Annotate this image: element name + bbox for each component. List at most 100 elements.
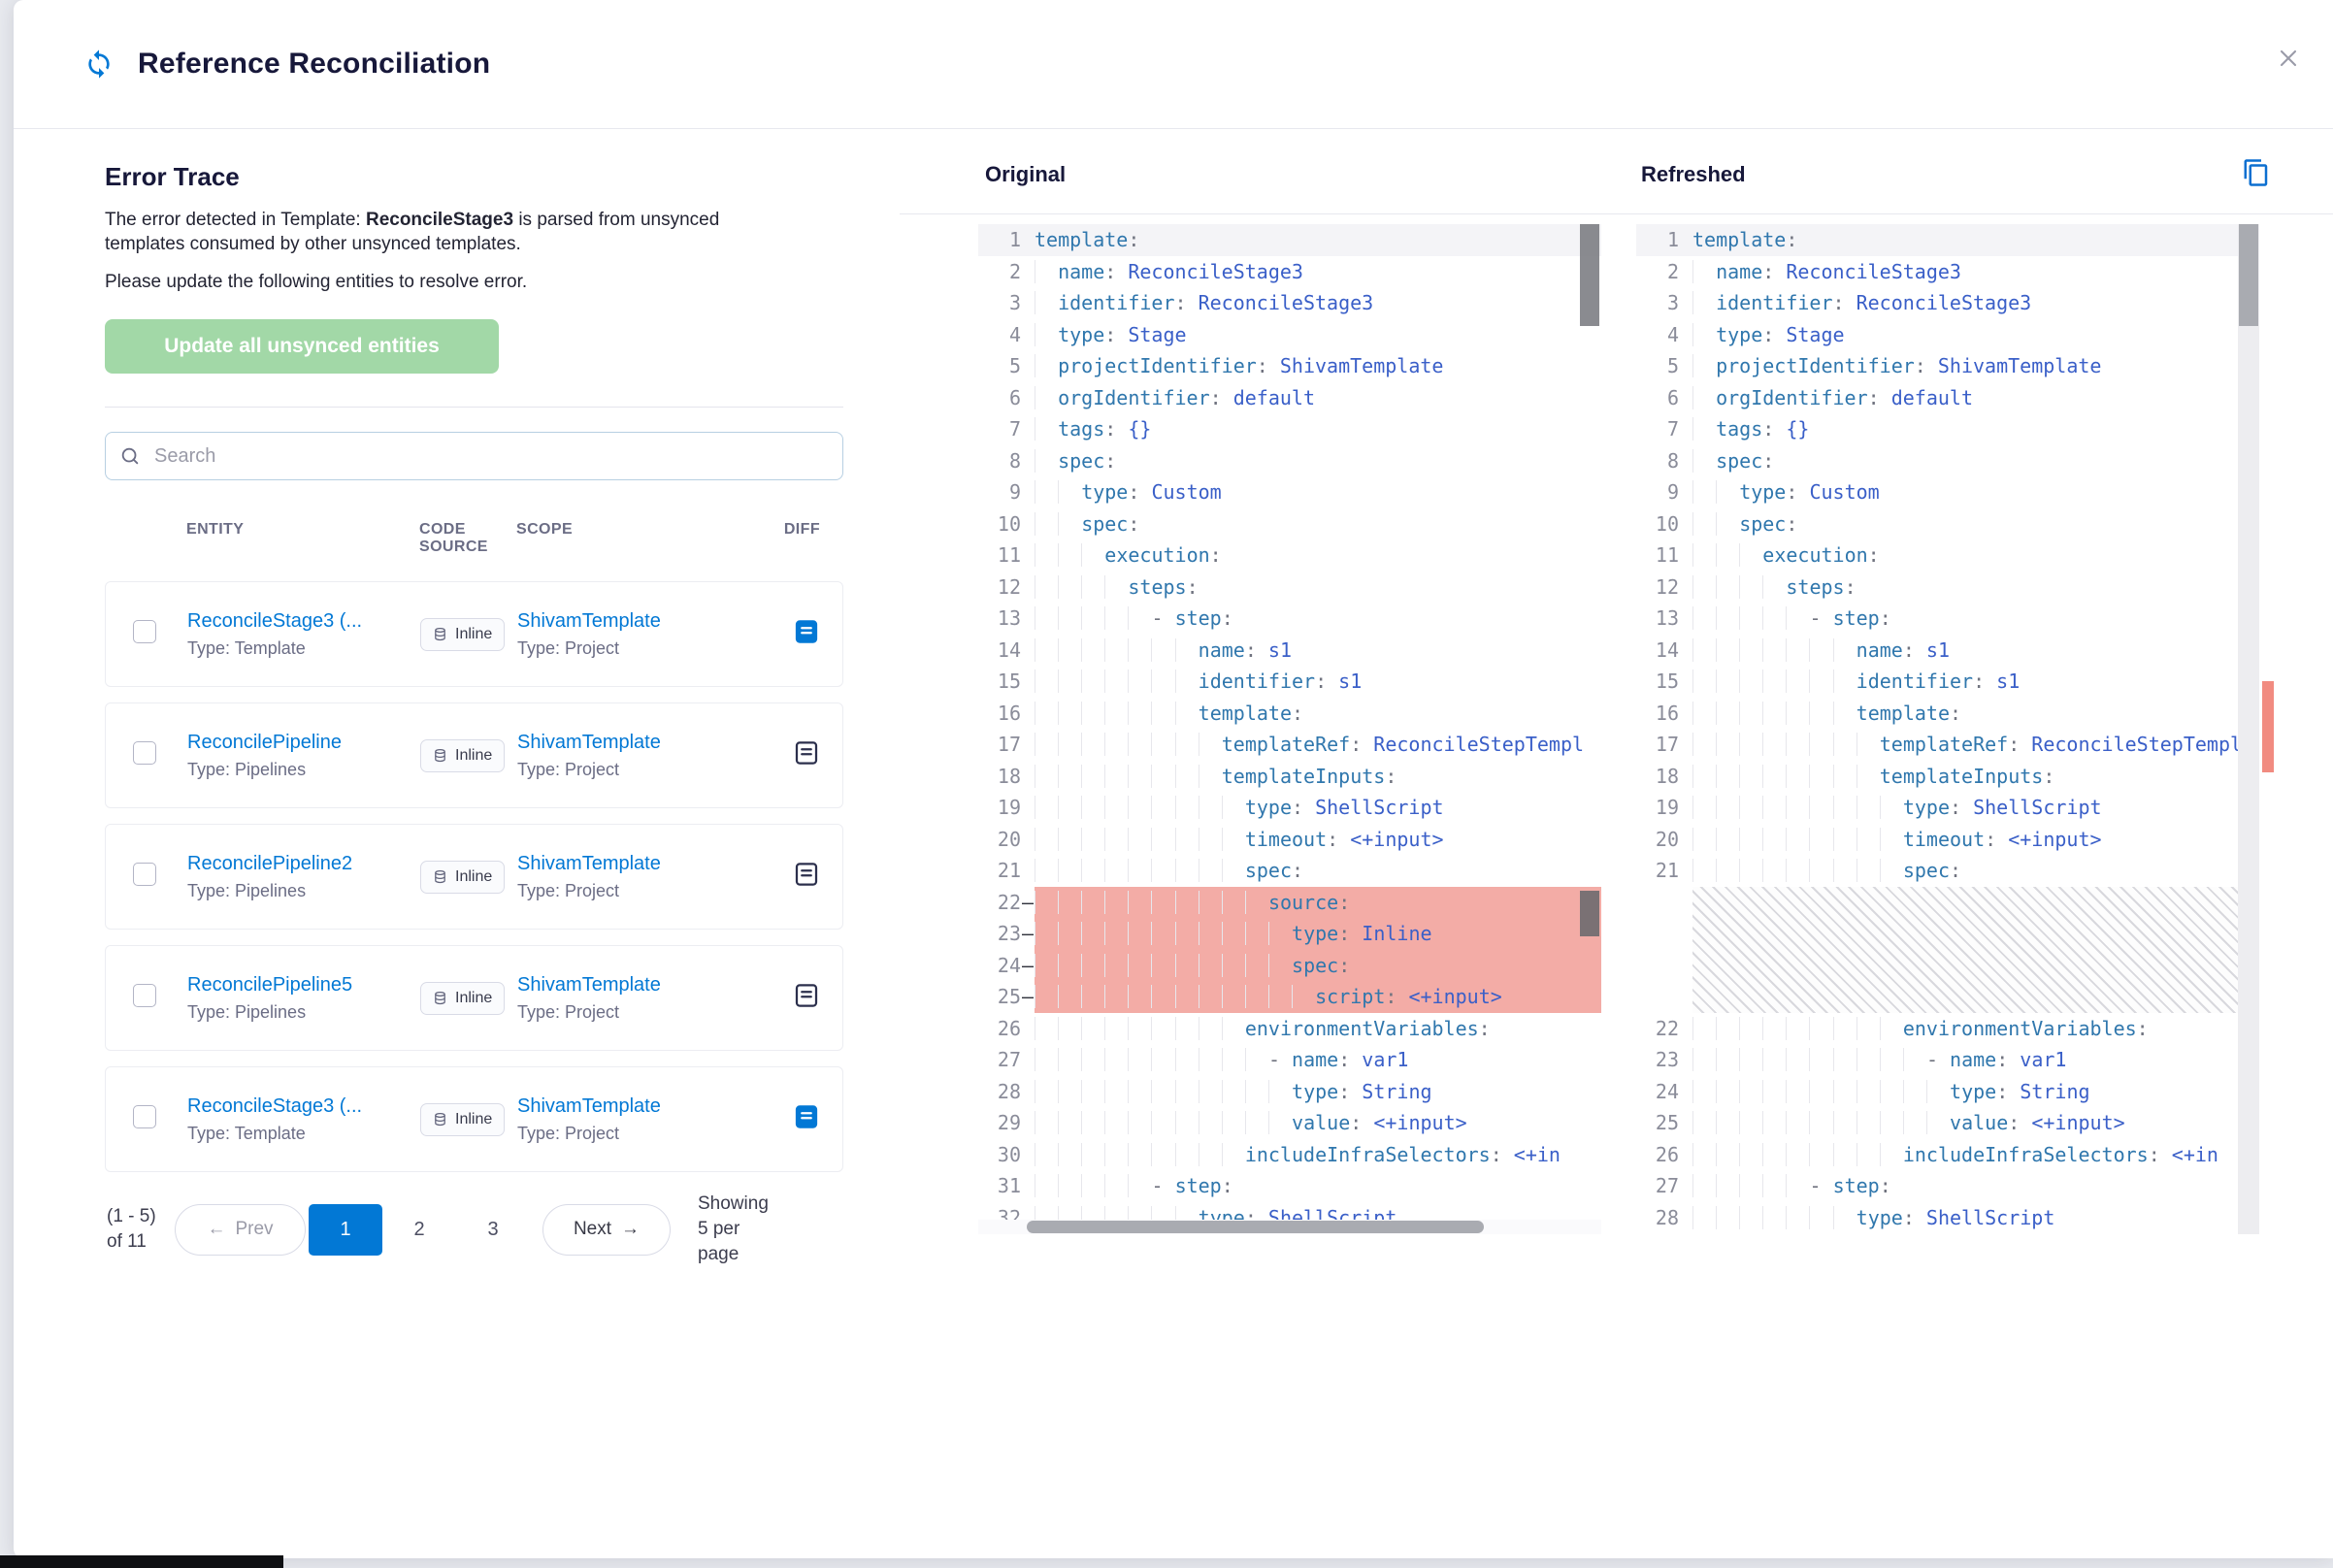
code-line: 8 spec:	[1636, 445, 2259, 477]
code-line: 9 type: Custom	[978, 476, 1601, 508]
refreshed-overview-ruler-deletion-marker	[2262, 681, 2274, 772]
code-line: 26 includeInfraSelectors: <+in	[1636, 1139, 2259, 1171]
code-line: 6 orgIdentifier: default	[1636, 382, 2259, 414]
page-button-2[interactable]: 2	[382, 1204, 456, 1256]
entity-link[interactable]: ReconcilePipeline	[187, 732, 420, 754]
update-all-unsynced-entities-button[interactable]: Update all unsynced entities	[105, 319, 499, 374]
diff-icon[interactable]	[792, 738, 821, 768]
code-line: 17 templateRef: ReconcileStepTempl	[1636, 729, 2259, 761]
entity-type: Type: Pipelines	[187, 881, 420, 901]
code-line: 20 timeout: <+input>	[1636, 824, 2259, 856]
code-line: 16 template:	[1636, 698, 2259, 730]
table-row: ReconcileStage3 (... Type: Template Inli…	[105, 1066, 843, 1172]
scope-link[interactable]: ShivamTemplate	[517, 974, 767, 996]
scope-type: Type: Project	[517, 638, 767, 659]
row-checkbox[interactable]	[133, 984, 156, 1007]
table-row: ReconcilePipeline2 Type: Pipelines Inlin…	[105, 824, 843, 930]
code-line: 12 steps:	[1636, 572, 2259, 604]
code-line: 18 templateInputs:	[1636, 761, 2259, 793]
entity-link[interactable]: ReconcilePipeline2	[187, 853, 420, 875]
code-line: 14 name: s1	[978, 635, 1601, 667]
header-entity: ENTITY	[186, 521, 419, 539]
code-line: 13 - step:	[1636, 603, 2259, 635]
code-line-deleted: 22— source:	[978, 887, 1601, 919]
copy-button[interactable]	[2242, 158, 2271, 187]
row-checkbox[interactable]	[133, 1105, 156, 1128]
code-source-chip: Inline	[420, 739, 505, 772]
code-line: 2 name: ReconcileStage3	[978, 256, 1601, 288]
code-line: 7 tags: {}	[1636, 413, 2259, 445]
scope-link[interactable]: ShivamTemplate	[517, 1095, 767, 1118]
code-line: 30 includeInfraSelectors: <+in	[978, 1139, 1601, 1171]
code-source-label: Inline	[455, 990, 492, 1007]
code-line: 5 projectIdentifier: ShivamTemplate	[1636, 350, 2259, 382]
code-line: 16 template:	[978, 698, 1601, 730]
refreshed-vertical-scrollbar-thumb[interactable]	[2239, 224, 2258, 326]
row-checkbox[interactable]	[133, 741, 156, 765]
original-code-editor[interactable]: 1template:2 name: ReconcileStage33 ident…	[978, 224, 1601, 1234]
refreshed-vertical-scrollbar-track[interactable]	[2238, 224, 2259, 1234]
original-horizontal-scrollbar-track[interactable]	[978, 1220, 1601, 1234]
row-checkbox[interactable]	[133, 620, 156, 643]
diff-icon[interactable]	[792, 860, 821, 889]
database-icon	[433, 991, 447, 1005]
scope-type: Type: Project	[517, 760, 767, 780]
close-button[interactable]	[2271, 41, 2306, 76]
code-line: 14 name: s1	[1636, 635, 2259, 667]
code-line: 21 spec:	[978, 855, 1601, 887]
page-button-1[interactable]: 1	[309, 1204, 382, 1256]
code-line: 28 type: ShellScript	[1636, 1202, 2259, 1234]
error-trace-panel: Error Trace The error detected in Templa…	[105, 129, 843, 1267]
code-line: 20 timeout: <+input>	[978, 824, 1601, 856]
code-line: 12 steps:	[978, 572, 1601, 604]
search-input[interactable]	[152, 444, 829, 469]
header-code-source: CODE SOURCE	[419, 521, 516, 556]
code-line: 24 type: String	[1636, 1076, 2259, 1108]
arrow-right-icon: →	[621, 1219, 640, 1240]
error-description: The error detected in Template: Reconcil…	[105, 208, 784, 256]
entity-link[interactable]: ReconcilePipeline5	[187, 974, 420, 996]
code-line: 8 spec:	[978, 445, 1601, 477]
scope-type: Type: Project	[517, 1002, 767, 1023]
refreshed-code-editor[interactable]: 1template:2 name: ReconcileStage33 ident…	[1636, 224, 2259, 1234]
code-line-deleted: 24— spec:	[978, 950, 1601, 982]
scope-link[interactable]: ShivamTemplate	[517, 610, 767, 633]
entity-table-body: ReconcileStage3 (... Type: Template Inli…	[105, 581, 843, 1172]
entity-link[interactable]: ReconcileStage3 (...	[187, 610, 420, 633]
diff-icon[interactable]	[792, 617, 821, 646]
page-buttons: 123	[309, 1204, 530, 1256]
prev-page-button[interactable]: ←Prev	[175, 1204, 306, 1256]
original-vertical-scrollbar[interactable]	[1580, 224, 1599, 326]
code-line: 28 type: String	[978, 1076, 1601, 1108]
diff-icon[interactable]	[792, 981, 821, 1010]
original-horizontal-scrollbar-thumb[interactable]	[1027, 1221, 1484, 1233]
code-line: 17 templateRef: ReconcileStepTempl	[978, 729, 1601, 761]
page-button-3[interactable]: 3	[456, 1204, 530, 1256]
code-line: 31 - step:	[978, 1170, 1601, 1202]
scope-link[interactable]: ShivamTemplate	[517, 853, 767, 875]
scope-type: Type: Project	[517, 1124, 767, 1144]
code-line: 19 type: ShellScript	[1636, 792, 2259, 824]
original-panel-title: Original	[985, 162, 1066, 187]
page-title: Reference Reconciliation	[138, 48, 490, 81]
next-page-button[interactable]: Next→	[542, 1204, 671, 1256]
code-line: 10 spec:	[978, 508, 1601, 540]
entity-link[interactable]: ReconcileStage3 (...	[187, 1095, 420, 1118]
code-line: 3 identifier: ReconcileStage3	[978, 287, 1601, 319]
diff-section-header	[900, 129, 2333, 214]
search-box	[105, 432, 843, 480]
pagination-range: (1 - 5) of 11	[107, 1204, 169, 1255]
pagination-per-page: Showing 5 per page	[698, 1192, 781, 1267]
scope-link[interactable]: ShivamTemplate	[517, 732, 767, 754]
reference-reconciliation-modal: Reference Reconciliation Error Trace The…	[14, 0, 2333, 1558]
header-scope: SCOPE	[516, 521, 766, 539]
code-line: 27 - step:	[1636, 1170, 2259, 1202]
original-deletion-scroll-marker	[1580, 891, 1599, 936]
database-icon	[433, 869, 447, 884]
code-line: 19 type: ShellScript	[978, 792, 1601, 824]
row-checkbox[interactable]	[133, 863, 156, 886]
code-source-label: Inline	[455, 1111, 492, 1128]
prev-label: Prev	[235, 1219, 273, 1240]
code-line-deleted: 23— type: Inline	[978, 918, 1601, 950]
diff-icon[interactable]	[792, 1102, 821, 1131]
